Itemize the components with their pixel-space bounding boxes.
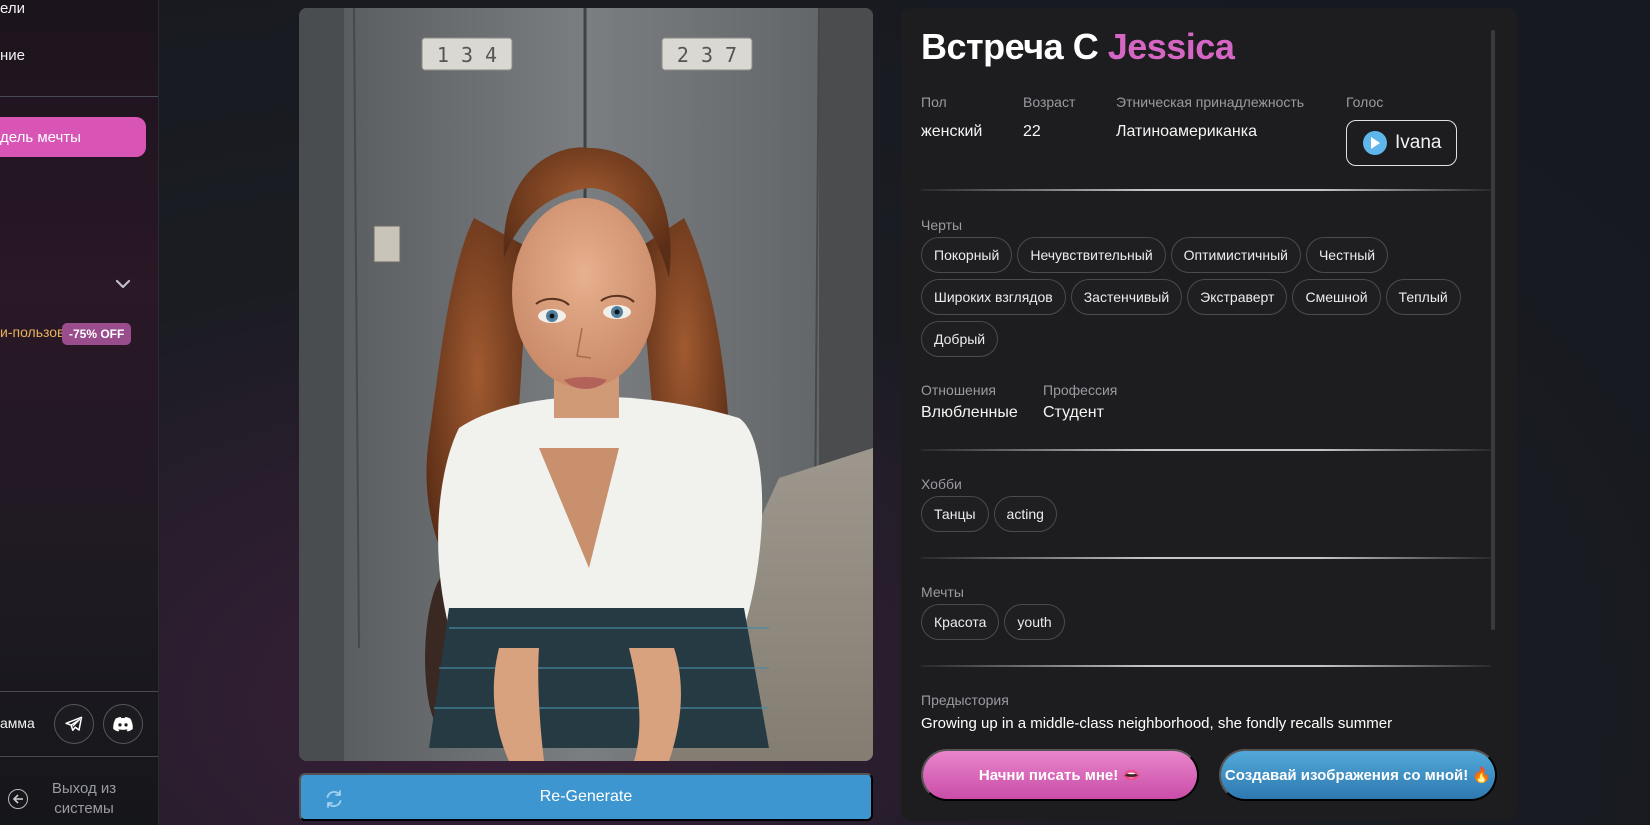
- ethnicity-value: Латиноамериканка: [1116, 123, 1258, 140]
- discord-button[interactable]: [103, 704, 143, 744]
- section-divider: [921, 557, 1491, 559]
- trait-chip: Экстраверт: [1187, 279, 1288, 315]
- sidebar-divider: [0, 691, 158, 692]
- gender-value: женский: [921, 123, 983, 140]
- sidebar-item-top-1[interactable]: ели: [0, 0, 25, 17]
- voice-play-button[interactable]: Ivana: [1346, 120, 1457, 166]
- telegram-button[interactable]: [54, 704, 94, 744]
- sidebar-divider: [0, 756, 158, 757]
- hobbies-label: Хобби: [921, 476, 962, 492]
- sidebar-community-label[interactable]: амма: [0, 715, 35, 731]
- section-divider: [921, 665, 1491, 667]
- page-title: Встреча С Jessica: [921, 26, 1235, 68]
- voice-label: Голос: [1346, 94, 1384, 110]
- gender-label: Пол: [921, 94, 947, 110]
- backstory-text: Growing up in a middle-class neighborhoo…: [921, 715, 1393, 732]
- traits-label: Черты: [921, 217, 963, 233]
- chevron-down-icon[interactable]: [113, 276, 133, 292]
- trait-chip: Теплый: [1385, 279, 1461, 315]
- backstory-label: Предыстория: [921, 692, 1009, 708]
- locker-number: 2 3 7: [677, 43, 737, 67]
- trait-chip: Оптимистичный: [1170, 237, 1301, 273]
- logout-button[interactable]: Выход из системы: [44, 779, 124, 819]
- discord-icon: [113, 716, 133, 732]
- age-label: Возраст: [1023, 94, 1076, 110]
- title-prefix: Встреча С: [921, 26, 1099, 67]
- character-details-panel: Встреча С Jessica Пол женский Возраст 22…: [901, 8, 1517, 821]
- voice-name: Ivana: [1395, 132, 1442, 153]
- arrow-left-icon: [12, 794, 23, 804]
- relationship-value: Влюбленные: [921, 404, 1018, 421]
- section-divider: [921, 189, 1491, 191]
- trait-chip: Застенчивый: [1070, 279, 1183, 315]
- character-name: Jessica: [1107, 26, 1235, 67]
- traits-list: Покорный Нечувствительный Оптимистичный …: [921, 237, 1466, 357]
- sidebar-item-dream-model[interactable]: дель мечты: [0, 117, 146, 157]
- hobby-chip: acting: [993, 496, 1057, 532]
- start-chat-button[interactable]: Начни писать мне! 👄: [921, 749, 1199, 801]
- trait-chip: Широких взглядов: [921, 279, 1066, 315]
- trait-chip: Честный: [1305, 237, 1389, 273]
- profession-label: Профессия: [1043, 382, 1118, 398]
- trait-chip: Добрый: [921, 321, 999, 357]
- sidebar: ели ние дель мечты и-пользова -75% OFF а…: [0, 0, 159, 825]
- panel-scrollbar[interactable]: [1491, 30, 1495, 630]
- relationship-label: Отношения: [921, 382, 996, 398]
- profession-value: Студент: [1043, 404, 1104, 421]
- regenerate-label: Re-Generate: [539, 788, 633, 805]
- trait-chip: Покорный: [921, 237, 1013, 273]
- hobby-chip: Танцы: [921, 496, 989, 532]
- section-divider: [921, 449, 1491, 451]
- dreams-list: Красота youth: [921, 604, 1466, 640]
- regenerate-button[interactable]: Re-Generate: [299, 773, 873, 821]
- play-icon: [1363, 131, 1387, 155]
- create-images-button[interactable]: Создавай изображения со мной! 🔥: [1219, 749, 1497, 801]
- dream-chip: youth: [1004, 604, 1065, 640]
- character-photo: 1 3 4 2 3 7: [299, 8, 873, 761]
- sidebar-divider: [0, 96, 158, 97]
- character-portrait-image: 1 3 4 2 3 7: [299, 8, 873, 761]
- dream-chip: Красота: [921, 604, 1000, 640]
- sidebar-item-top-2[interactable]: ние: [0, 47, 25, 64]
- trait-chip: Нечувствительный: [1017, 237, 1166, 273]
- logout-icon[interactable]: [8, 789, 28, 809]
- refresh-icon: [326, 790, 342, 808]
- telegram-icon: [65, 716, 83, 731]
- age-value: 22: [1023, 123, 1041, 140]
- dreams-label: Мечты: [921, 584, 964, 600]
- hobbies-list: Танцы acting: [921, 496, 1466, 532]
- trait-chip: Смешной: [1292, 279, 1381, 315]
- locker-number: 1 3 4: [437, 43, 497, 67]
- ethnicity-label: Этническая принадлежность: [1116, 94, 1305, 110]
- promo-badge: -75% OFF: [62, 323, 132, 345]
